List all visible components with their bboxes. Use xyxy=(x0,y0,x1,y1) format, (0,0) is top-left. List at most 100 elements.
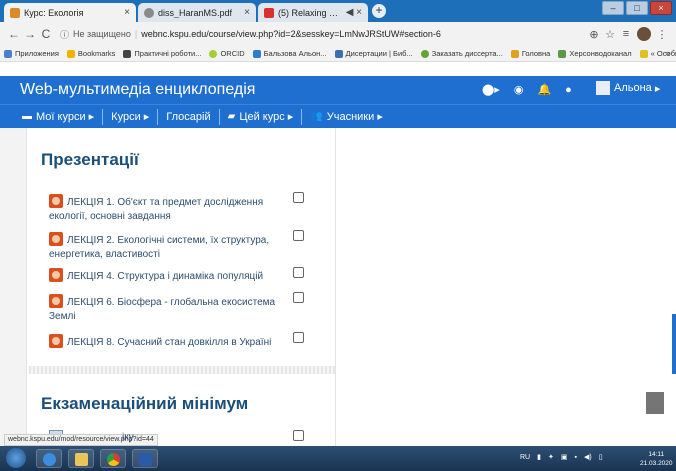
bookmark-item[interactable]: Херсонводоканал xyxy=(558,49,632,58)
course-sections: Презентації ЛЕКЦІЯ 1. Об'єкт та предмет … xyxy=(26,128,336,446)
nav-courses[interactable]: Курси ▸ xyxy=(102,108,157,125)
url-input[interactable]: ⓘ Не защищено | webnc.kspu.edu/course/vi… xyxy=(60,25,580,43)
bookmarks-overflow-button[interactable]: » xyxy=(665,48,670,58)
bookmark-icon xyxy=(334,49,343,58)
section-title: Презентації xyxy=(41,150,139,169)
graduation-cap-icon: ▬ xyxy=(22,110,32,122)
taskbar-app[interactable] xyxy=(132,449,158,468)
forward-icon[interactable]: → xyxy=(22,27,38,41)
bookmark-icon xyxy=(252,49,261,58)
window-close-icon[interactable]: × xyxy=(650,1,672,15)
folder-icon xyxy=(75,453,88,466)
menu-icon[interactable]: ⋮ xyxy=(654,28,670,41)
activity-link[interactable]: іку xyxy=(122,432,134,443)
browser-tab-youtube[interactable]: (5) Relaxing Coffee JAZZ - C ◀ × xyxy=(258,3,368,22)
star-icon[interactable]: ☆ xyxy=(602,28,618,41)
toolbar-buttons: ⊕ ☆ ≡ ⋮ xyxy=(586,27,670,41)
bookmark-item[interactable]: « Особистий кабін... xyxy=(639,49,676,58)
taskbar-app[interactable] xyxy=(68,449,94,468)
caret-right-icon: ▸ xyxy=(651,82,661,95)
browser-tab-pdf[interactable]: diss_HaranMS.pdf × xyxy=(138,3,256,22)
browser-tab-strip: Курс: Екологія × diss_HaranMS.pdf × (5) … xyxy=(0,0,676,22)
bookmark-item[interactable]: Практичні роботи... xyxy=(123,49,201,58)
ie-icon xyxy=(43,453,56,466)
bookmark-icon xyxy=(639,49,648,58)
settings-toggle-icon[interactable]: ⬤▸ xyxy=(482,83,500,96)
powerpoint-icon xyxy=(49,232,63,246)
book-icon: ▰ xyxy=(227,110,236,122)
bookmark-item[interactable]: Головна xyxy=(510,49,550,58)
completion-checkbox[interactable] xyxy=(293,430,304,441)
header-icons: ⬤▸ ◉ 🔔 ● xyxy=(482,83,586,97)
insecure-label: Не защищено xyxy=(73,29,131,39)
new-tab-button[interactable]: + xyxy=(372,4,386,18)
close-icon[interactable]: × xyxy=(124,7,130,18)
bookmark-item[interactable]: Приложения xyxy=(4,49,59,58)
clock[interactable]: 14:11 21.03.2020 xyxy=(640,450,673,468)
bell-icon[interactable]: 🔔 xyxy=(537,83,551,96)
caret-right-icon: ▸ xyxy=(85,110,95,123)
start-button[interactable] xyxy=(6,448,26,468)
system-tray: RU ▮ ✦ ▣ ▪ ◀) ▯ xyxy=(520,453,610,462)
chrome-icon xyxy=(107,453,120,466)
activity-link[interactable]: ЛЕКЦІЯ 8. Сучасний стан довкілля в Украї… xyxy=(49,334,289,350)
avatar xyxy=(596,81,610,95)
user-menu[interactable]: Альона ▸ xyxy=(596,81,660,95)
completion-checkbox[interactable] xyxy=(293,292,304,303)
bookmark-item[interactable]: Бальзова Альон... xyxy=(252,49,327,58)
activity-link[interactable]: ЛЕКЦІЯ 2. Екологічні системи, їх структу… xyxy=(49,232,289,262)
close-icon[interactable]: × xyxy=(244,7,250,18)
volume-icon[interactable]: ◀) xyxy=(584,453,592,461)
taskbar-app[interactable] xyxy=(100,449,126,468)
completion-checkbox[interactable] xyxy=(293,267,304,278)
completion-checkbox[interactable] xyxy=(293,332,304,343)
profile-avatar-icon[interactable] xyxy=(637,27,651,41)
zoom-icon[interactable]: ⊕ xyxy=(586,28,602,41)
powerpoint-icon xyxy=(49,268,63,282)
activity-link[interactable]: ЛЕКЦІЯ 4. Структура і динаміка популяцій xyxy=(49,268,289,284)
activity-link[interactable]: ЛЕКЦІЯ 1. Об'єкт та предмет дослідження … xyxy=(49,194,289,224)
battery-icon[interactable]: ▯ xyxy=(599,453,603,461)
accessibility-icon[interactable]: ◉ xyxy=(514,83,524,96)
back-to-top-button[interactable] xyxy=(646,392,664,414)
taskbar-app[interactable] xyxy=(36,449,62,468)
bookmark-item[interactable]: ORCID xyxy=(209,49,245,58)
tray-icon[interactable]: ▮ xyxy=(537,453,541,461)
tray-icon[interactable]: ▣ xyxy=(561,453,568,461)
drawer-toggle[interactable] xyxy=(672,314,676,374)
completion-checkbox[interactable] xyxy=(293,230,304,241)
activity-link[interactable]: ЛЕКЦІЯ 6. Біосфера - глобальна екосистем… xyxy=(49,294,289,324)
bookmark-item[interactable]: Заказать диссерта... xyxy=(420,49,503,58)
powerpoint-icon xyxy=(49,334,63,348)
reload-icon[interactable]: C xyxy=(38,27,54,41)
apps-icon xyxy=(4,49,12,58)
tray-icon[interactable]: ✦ xyxy=(548,453,554,461)
browser-tab-course[interactable]: Курс: Екологія × xyxy=(4,3,136,22)
right-panel xyxy=(336,128,676,446)
caret-right-icon: ▸ xyxy=(284,110,294,123)
caret-right-icon: ▸ xyxy=(140,110,150,123)
audio-close-icon[interactable]: ◀ × xyxy=(346,7,362,18)
site-title[interactable]: Web-мультимедіа енциклопедія xyxy=(20,81,255,99)
site-header: Web-мультимедіа енциклопедія ⬤▸ ◉ 🔔 ● Ал… xyxy=(0,76,676,104)
maximize-icon[interactable]: □ xyxy=(626,1,648,15)
completion-checkbox[interactable] xyxy=(293,192,304,203)
bookmark-item[interactable]: Дисертации | Биб... xyxy=(334,49,413,58)
network-icon[interactable]: ▪ xyxy=(574,454,576,461)
nav-glossary[interactable]: Глосарій xyxy=(157,108,218,125)
star-bookmark-icon xyxy=(66,49,75,58)
media-queue-icon[interactable]: ≡ xyxy=(618,28,634,40)
tab-label: Курс: Екологія xyxy=(24,7,84,18)
nav-participants[interactable]: 👥 Учасники ▸ xyxy=(301,108,391,125)
language-indicator[interactable]: RU xyxy=(520,454,530,461)
nav-this-course[interactable]: ▰ Цей курс ▸ xyxy=(218,108,302,125)
link-status-bar: webnc.kspu.edu/mod/resource/view.php?id=… xyxy=(4,434,158,446)
info-icon[interactable]: ⓘ xyxy=(60,28,69,41)
back-icon[interactable]: ← xyxy=(6,27,22,41)
chat-bubble-icon[interactable]: ● xyxy=(565,84,572,96)
nav-my-courses[interactable]: ▬ Мої курси ▸ xyxy=(14,109,102,125)
section-title: Екзаменаційний мінімум xyxy=(41,394,249,413)
minimize-icon[interactable]: – xyxy=(602,1,624,15)
bookmark-item[interactable]: Bookmarks xyxy=(66,49,115,58)
moodle-favicon-icon xyxy=(10,7,20,18)
